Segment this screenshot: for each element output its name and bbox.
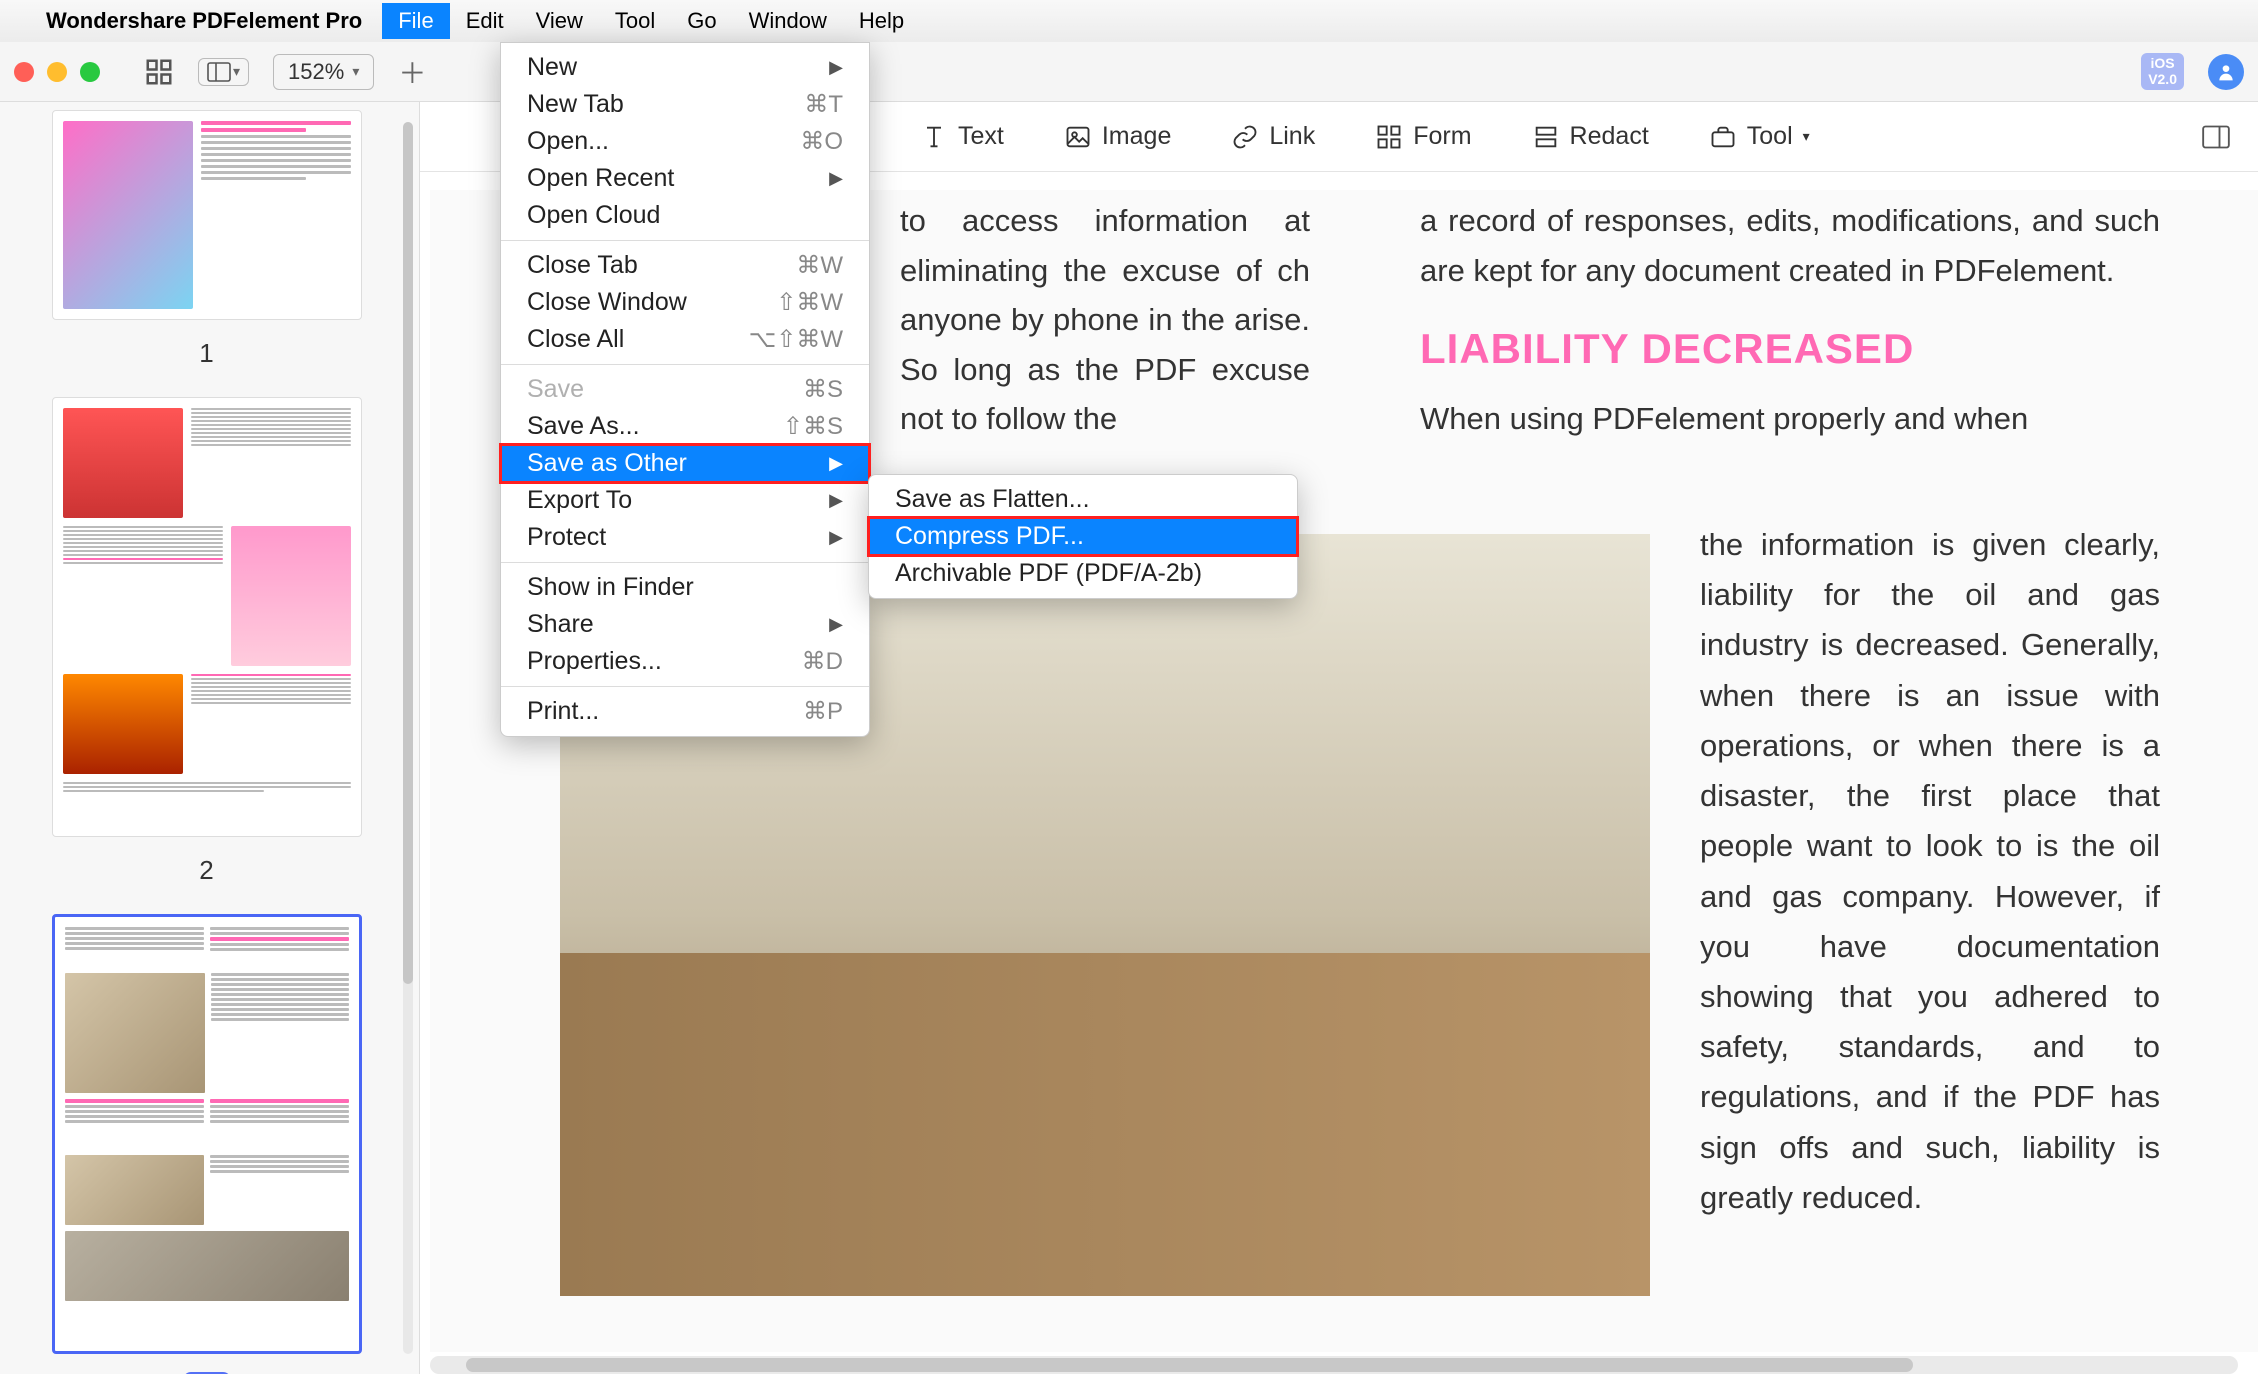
chevron-down-icon: ▾: [1803, 128, 1810, 145]
submenu-archivable-pdf[interactable]: Archivable PDF (PDF/A-2b): [869, 555, 1297, 592]
image-icon: [1064, 123, 1092, 151]
thumbnails-grid-icon[interactable]: [144, 57, 174, 87]
horizontal-scrollbar-thumb[interactable]: [466, 1358, 1912, 1372]
fullscreen-window-button[interactable]: [80, 62, 100, 82]
page-thumbnail-3[interactable]: [52, 914, 362, 1354]
link-tool-button[interactable]: Link: [1231, 122, 1315, 151]
menubar-help[interactable]: Help: [843, 3, 920, 39]
ios-version-badge[interactable]: iOS V2.0: [2141, 53, 2184, 90]
submenu-save-flatten[interactable]: Save as Flatten...: [869, 481, 1297, 518]
menu-separator: [501, 686, 869, 687]
menu-new-tab[interactable]: New Tab⌘T: [501, 86, 869, 123]
menubar-edit[interactable]: Edit: [450, 3, 520, 39]
submenu-compress-pdf[interactable]: Compress PDF...: [869, 518, 1297, 555]
sidebar-scrollbar-thumb[interactable]: [403, 122, 413, 984]
right-column-body: the information is given clearly, liabil…: [1700, 520, 2160, 1223]
submenu-arrow-icon: ▶: [829, 453, 843, 474]
macos-menubar: Wondershare PDFelement Pro File Edit Vie…: [0, 0, 2258, 42]
redact-tool-button[interactable]: Redact: [1532, 122, 1649, 151]
close-window-button[interactable]: [14, 62, 34, 82]
zoom-value: 152%: [288, 59, 344, 85]
menu-print[interactable]: Print...⌘P: [501, 693, 869, 730]
minimize-window-button[interactable]: [47, 62, 67, 82]
menu-protect[interactable]: Protect▶: [501, 519, 869, 556]
form-icon: [1375, 123, 1403, 151]
menu-open[interactable]: Open...⌘O: [501, 123, 869, 160]
menubar-tool[interactable]: Tool: [599, 3, 671, 39]
panel-layout-toggle[interactable]: ▾: [198, 58, 249, 86]
menu-open-recent[interactable]: Open Recent▶: [501, 160, 869, 197]
submenu-arrow-icon: ▶: [829, 57, 843, 78]
zoom-selector[interactable]: 152% ▾: [273, 54, 374, 90]
menu-save-as-other[interactable]: Save as Other▶: [501, 445, 869, 482]
text-tool-button[interactable]: Text: [920, 122, 1004, 151]
toolbox-icon: [1709, 123, 1737, 151]
right-panel-toggle[interactable]: [2202, 123, 2230, 151]
menu-separator: [501, 240, 869, 241]
menubar-window[interactable]: Window: [733, 3, 843, 39]
chevron-down-icon: ▾: [352, 63, 359, 80]
tool-dropdown-button[interactable]: Tool ▾: [1709, 122, 1810, 151]
menu-save: Save⌘S: [501, 371, 869, 408]
text-icon: [920, 123, 948, 151]
submenu-arrow-icon: ▶: [829, 168, 843, 189]
right-column: a record of responses, edits, modificati…: [1420, 196, 2160, 444]
menu-new[interactable]: New▶: [501, 49, 869, 86]
submenu-arrow-icon: ▶: [829, 614, 843, 635]
page-thumbnail-2[interactable]: [52, 397, 362, 837]
menubar-view[interactable]: View: [520, 3, 599, 39]
right-column-intro: When using PDFelement properly and when: [1420, 394, 2160, 444]
page-number-2: 2: [34, 855, 379, 886]
menu-share[interactable]: Share▶: [501, 606, 869, 643]
panel-icon: [2202, 123, 2230, 151]
thumbnail-sidebar: 1 2: [0, 102, 420, 1374]
submenu-arrow-icon: ▶: [829, 527, 843, 548]
link-icon: [1231, 123, 1259, 151]
right-column-top-text: a record of responses, edits, modificati…: [1420, 196, 2160, 295]
new-tab-button[interactable]: ＋: [398, 52, 426, 92]
sidebar-scrollbar[interactable]: [403, 122, 413, 1354]
page-number-1: 1: [34, 338, 379, 369]
page-thumbnail-1[interactable]: [52, 110, 362, 320]
section-heading: LIABILITY DECREASED: [1420, 315, 2160, 382]
menubar-go[interactable]: Go: [671, 3, 732, 39]
menubar-file[interactable]: File: [382, 3, 449, 39]
horizontal-scrollbar[interactable]: [430, 1356, 2238, 1374]
menu-open-cloud[interactable]: Open Cloud: [501, 197, 869, 234]
menu-export-to[interactable]: Export To▶: [501, 482, 869, 519]
app-name[interactable]: Wondershare PDFelement Pro: [46, 8, 362, 34]
menu-close-tab[interactable]: Close Tab⌘W: [501, 247, 869, 284]
submenu-arrow-icon: ▶: [829, 490, 843, 511]
window-controls: [14, 62, 100, 82]
save-as-other-submenu: Save as Flatten... Compress PDF... Archi…: [868, 474, 1298, 599]
redact-icon: [1532, 123, 1560, 151]
menu-show-in-finder[interactable]: Show in Finder: [501, 569, 869, 606]
user-avatar[interactable]: [2208, 54, 2244, 90]
form-tool-button[interactable]: Form: [1375, 122, 1471, 151]
file-menu-dropdown: New▶ New Tab⌘T Open...⌘O Open Recent▶ Op…: [500, 42, 870, 737]
menu-separator: [501, 364, 869, 365]
app-toolbar: ▾ 152% ▾ ＋ iOS V2.0: [0, 42, 2258, 102]
menu-separator: [501, 562, 869, 563]
image-tool-button[interactable]: Image: [1064, 122, 1171, 151]
menu-close-all[interactable]: Close All⌥⇧⌘W: [501, 321, 869, 358]
menu-close-window[interactable]: Close Window⇧⌘W: [501, 284, 869, 321]
menu-save-as[interactable]: Save As...⇧⌘S: [501, 408, 869, 445]
left-column-text: to access information at eliminating the…: [900, 196, 1310, 444]
menu-properties[interactable]: Properties...⌘D: [501, 643, 869, 680]
